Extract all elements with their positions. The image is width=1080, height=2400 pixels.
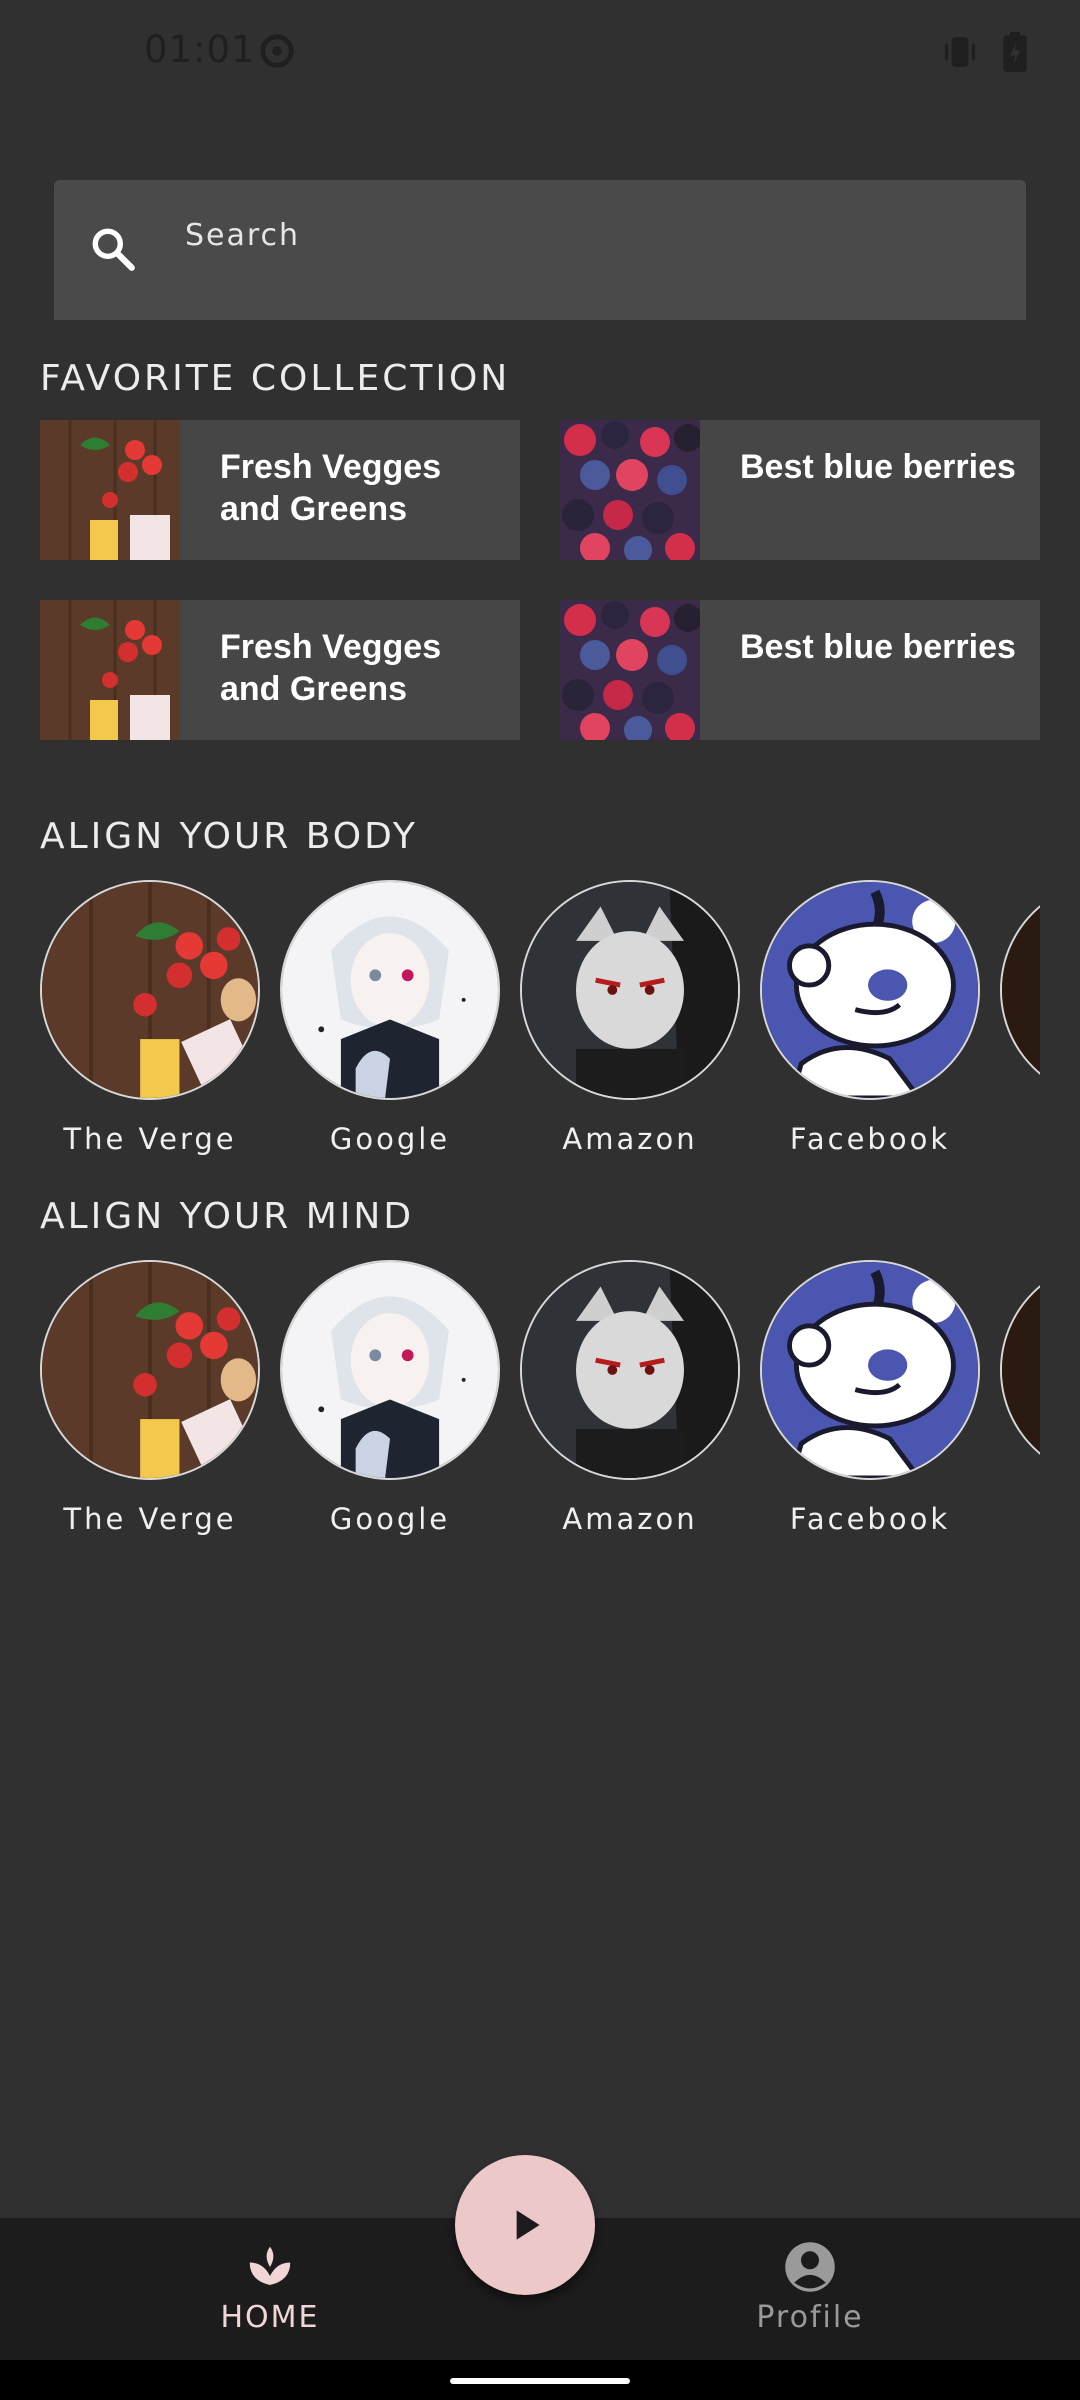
align-mind-row[interactable]: The Verge Google Amazon Facebook [0,1260,1040,1550]
circle-item-label: Amazon [562,1502,698,1536]
gesture-navigation-bar [0,2360,1080,2400]
anime-masked-image [520,880,740,1100]
favorite-card-vegetables[interactable]: Fresh Vegges and Greens [40,420,520,560]
vegetables-thumbnail [40,600,180,740]
home-gesture-handle[interactable] [450,2378,630,2384]
sync-status-icon [260,34,294,68]
circle-item-label: Facebook [789,1122,951,1156]
circle-item-label: Amazon [562,1122,698,1156]
vegetables-image [40,880,260,1100]
fire-image [1000,1260,1040,1480]
anime-white-hair-image [280,1260,500,1480]
battery-icon [1003,32,1027,72]
play-button[interactable] [455,2155,595,2295]
align-body-row[interactable]: The Verge Google Amazon Facebook [0,880,1040,1170]
vegetables-thumbnail [40,420,180,560]
nav-home-label: HOME [220,2300,320,2335]
favorite-card-label: Fresh Vegges and Greens [220,628,442,708]
vegetables-image [40,1260,260,1480]
favorite-card-label: Best blue berries [740,448,1016,486]
nav-item-home[interactable]: HOME [170,2240,370,2350]
align-body-title: ALIGN YOUR BODY [40,816,418,857]
status-time: 01:01 [144,28,256,71]
spa-icon [249,2246,291,2285]
circle-item-label: Google [329,1122,451,1156]
circle-item-label: Facebook [789,1502,951,1536]
circle-item-amazon[interactable]: Amazon [520,880,740,1170]
circle-item-amazon[interactable]: Amazon [520,1260,740,1550]
circle-item-google[interactable]: Google [280,1260,500,1550]
circle-item-the-verge[interactable]: The Verge [40,1260,260,1550]
status-bar: 01:01 [0,0,1080,105]
circle-item-google[interactable]: Google [280,880,500,1170]
circle-item-the-verge[interactable]: The Verge [40,880,260,1170]
fire-image [1000,880,1040,1100]
play-icon [516,2210,540,2240]
align-mind-title: ALIGN YOUR MIND [40,1196,415,1237]
anime-masked-image [520,1260,740,1480]
berries-thumbnail [560,600,700,740]
favorite-card-label: Best blue berries [740,628,1016,666]
circle-item-label: The Verge [63,1122,237,1156]
favorite-card-berries[interactable]: Best blue berries [560,600,1040,740]
search-icon [92,228,135,271]
nav-profile-label: Profile [756,2300,864,2335]
account-circle-icon [785,2242,835,2292]
circle-item-label: The Verge [63,1502,237,1536]
nav-item-profile[interactable]: Profile [710,2240,910,2350]
vibrate-icon [945,37,975,67]
anime-white-hair-image [280,880,500,1100]
circle-item-fire[interactable] [1000,1260,1040,1550]
reddit-mascot-image [760,880,980,1100]
reddit-mascot-image [760,1260,980,1480]
search-placeholder: Search [185,218,301,253]
circle-item-facebook[interactable]: Facebook [760,880,980,1170]
circle-item-label: Google [329,1502,451,1536]
circle-item-facebook[interactable]: Facebook [760,1260,980,1550]
favorite-collection-title: FAVORITE COLLECTION [40,358,511,399]
favorite-card-vegetables[interactable]: Fresh Vegges and Greens [40,600,520,740]
berries-thumbnail [560,420,700,560]
circle-item-fire[interactable] [1000,880,1040,1170]
favorite-card-label: Fresh Vegges and Greens [220,448,442,528]
favorite-card-berries[interactable]: Best blue berries [560,420,1040,560]
